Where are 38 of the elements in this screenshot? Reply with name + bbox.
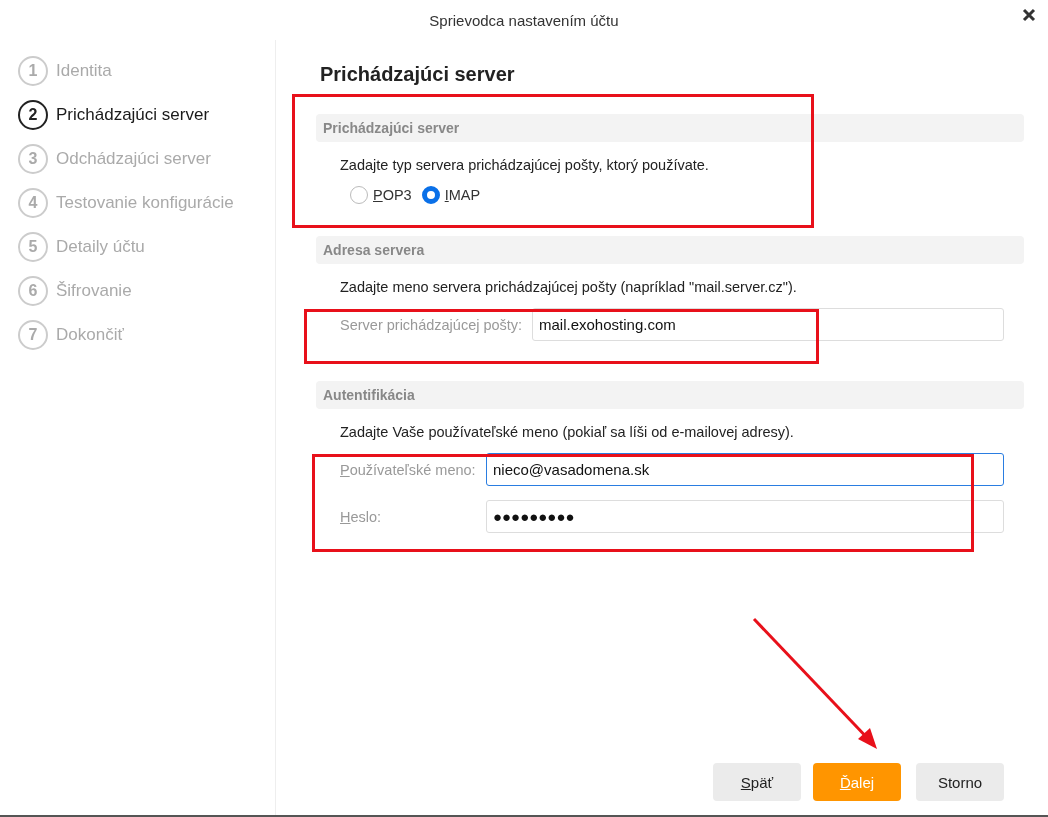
radio-label: IMAP — [444, 187, 481, 203]
step-label: Šifrovanie — [56, 281, 132, 301]
step-number: 5 — [18, 232, 48, 262]
step-number: 4 — [18, 188, 48, 218]
radio-button[interactable] — [350, 186, 368, 204]
step-number: 7 — [18, 320, 48, 350]
radio-option[interactable]: IMAP — [421, 186, 481, 204]
input-field[interactable]: nieco@vasadomena.sk — [486, 453, 1004, 486]
input-field[interactable]: ●●●●●●●●● — [486, 500, 1004, 533]
dialog-button[interactable]: Storno — [916, 763, 1004, 801]
close-icon — [1022, 8, 1036, 22]
page-title: Prichádzajúci server — [320, 62, 516, 86]
section-heading: Adresa servera — [316, 236, 1024, 264]
step-label: Odchádzajúci server — [56, 149, 211, 169]
input-field[interactable]: mail.exohosting.com — [532, 308, 1004, 341]
field-label: Server prichádzajúcej pošty: — [340, 316, 524, 333]
window-title: Sprievodca nastavením účtu — [429, 11, 619, 29]
dialog-button[interactable]: Späť — [713, 763, 801, 801]
step-label: Dokončiť — [56, 325, 124, 345]
close-button[interactable] — [1020, 6, 1038, 24]
section-heading: Autentifikácia — [316, 381, 1024, 409]
step-label: Detaily účtu — [56, 237, 145, 257]
section-heading: Prichádzajúci server — [316, 114, 1024, 142]
radio-label: POP3 — [373, 187, 412, 203]
instruction-text: Zadajte Vaše používateľské meno (pokiaľ sa líši od e-mailovej adresy). — [340, 423, 795, 441]
radio-option[interactable]: POP3 — [350, 186, 412, 204]
step-label: Prichádzajúci server — [56, 105, 210, 125]
field-label: Používateľské meno: — [340, 461, 477, 478]
radio-button[interactable] — [421, 186, 440, 204]
step-number: 3 — [18, 144, 48, 174]
step-number: 6 — [18, 276, 48, 306]
instruction-text: Zadajte typ servera prichádzajúcej pošty, ktorý používate. — [340, 156, 710, 174]
instruction-text: Zadajte meno servera prichádzajúcej pošty (napríklad "mail.server.cz"). — [340, 278, 798, 296]
step-number: 1 — [18, 56, 48, 86]
field-label: Heslo: — [340, 508, 383, 525]
step-label: Identita — [56, 61, 112, 81]
step-number: 2 — [18, 100, 48, 130]
step-label: Testovanie konfigurácie — [56, 193, 234, 213]
